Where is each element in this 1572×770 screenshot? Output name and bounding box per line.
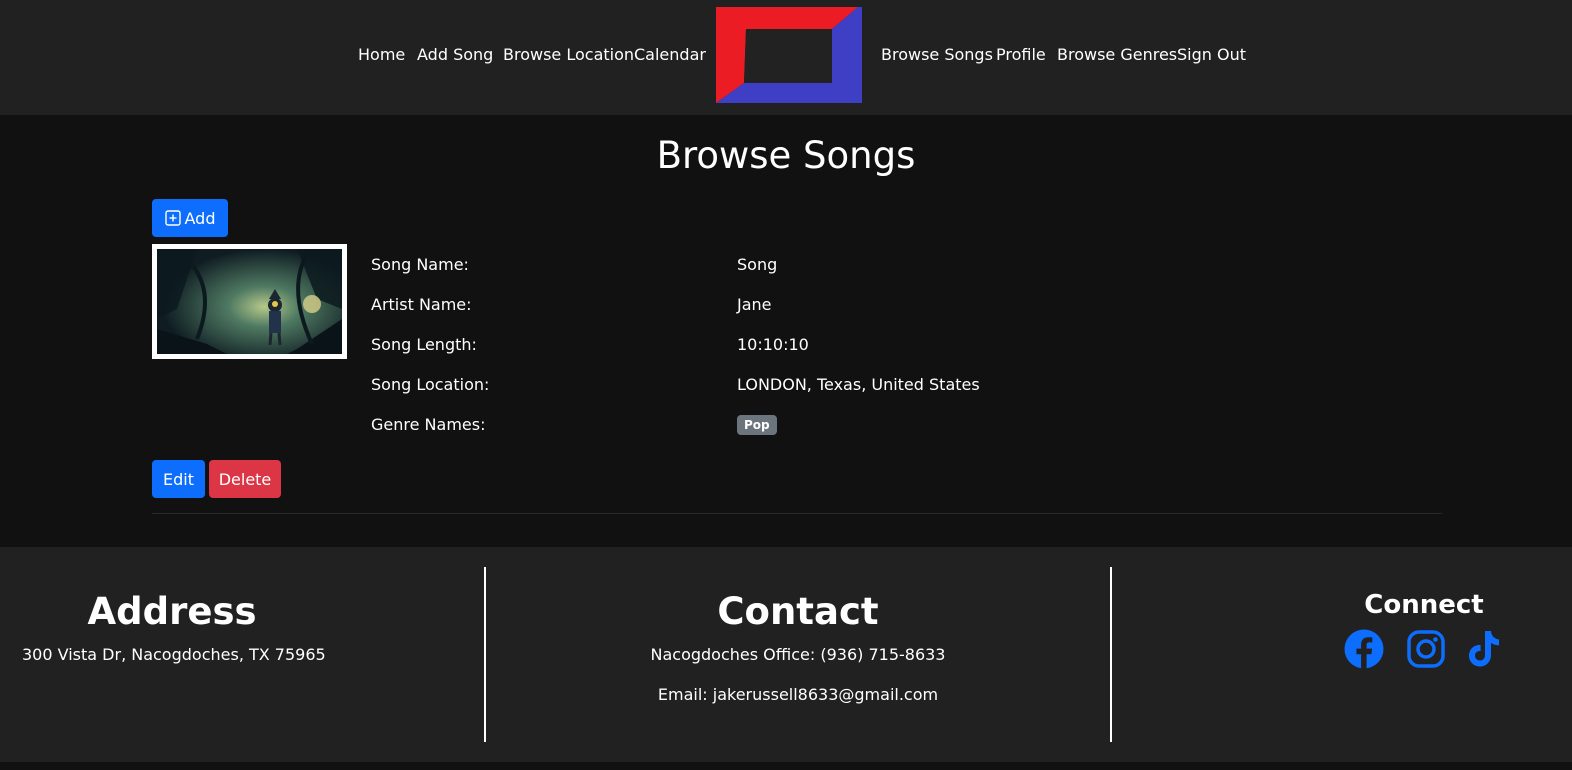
footer-divider-left xyxy=(484,567,486,742)
song-name-value: Song xyxy=(737,255,778,274)
footer-divider-right xyxy=(1110,567,1112,742)
facebook-icon[interactable] xyxy=(1344,629,1384,669)
site-logo[interactable] xyxy=(716,7,862,103)
contact-phone: Nacogdoches Office: (936) 715-8633 xyxy=(650,645,946,664)
song-cover-image xyxy=(152,244,347,359)
edit-button[interactable]: Edit xyxy=(152,460,205,498)
add-song-button[interactable]: Add xyxy=(152,199,228,237)
contact-email[interactable]: Email: jakerussell8633@gmail.com xyxy=(598,685,998,705)
nav-browse-genres[interactable]: Browse Genres xyxy=(1057,45,1177,65)
nav-browse-location[interactable]: Browse Location xyxy=(503,45,634,65)
song-name-label: Song Name: xyxy=(371,255,469,274)
plus-square-icon xyxy=(164,210,181,226)
nav-calendar[interactable]: Calendar xyxy=(634,45,706,65)
song-location-value: LONDON, Texas, United States xyxy=(737,375,980,394)
artist-name-value: Jane xyxy=(737,295,772,314)
song-location-label: Song Location: xyxy=(371,375,490,394)
footer-bottom-strip xyxy=(0,762,1572,770)
song-length-value: 10:10:10 xyxy=(737,335,809,354)
genre-names-label: Genre Names: xyxy=(371,415,486,434)
connect-heading: Connect xyxy=(1364,590,1484,620)
nav-home[interactable]: Home xyxy=(358,45,405,65)
nav-sign-out[interactable]: Sign Out xyxy=(1177,45,1246,65)
nav-browse-songs[interactable]: Browse Songs xyxy=(881,45,993,65)
address-text: 300 Vista Dr, Nacogdoches, TX 75965 xyxy=(22,645,326,664)
song-length-label: Song Length: xyxy=(371,335,477,354)
nav-profile[interactable]: Profile xyxy=(996,45,1046,65)
tiktok-icon[interactable] xyxy=(1464,629,1504,669)
add-button-label: Add xyxy=(184,208,216,228)
contact-heading: Contact xyxy=(717,590,879,633)
address-heading: Address xyxy=(87,590,257,633)
page-title: Browse Songs xyxy=(656,134,916,177)
song-artwork-illustration xyxy=(157,249,342,354)
main-content: Browse Songs Add Song Name: Song Artist … xyxy=(0,115,1572,547)
genre-badge: Pop xyxy=(737,415,777,435)
navbar: Home Add Song Browse Location Calendar B… xyxy=(0,0,1572,115)
instagram-icon[interactable] xyxy=(1406,629,1446,669)
artist-name-label: Artist Name: xyxy=(371,295,472,314)
footer: Address 300 Vista Dr, Nacogdoches, TX 75… xyxy=(0,547,1572,762)
content-divider xyxy=(152,513,1442,514)
nav-add-song[interactable]: Add Song xyxy=(417,45,493,65)
delete-button[interactable]: Delete xyxy=(209,460,281,498)
